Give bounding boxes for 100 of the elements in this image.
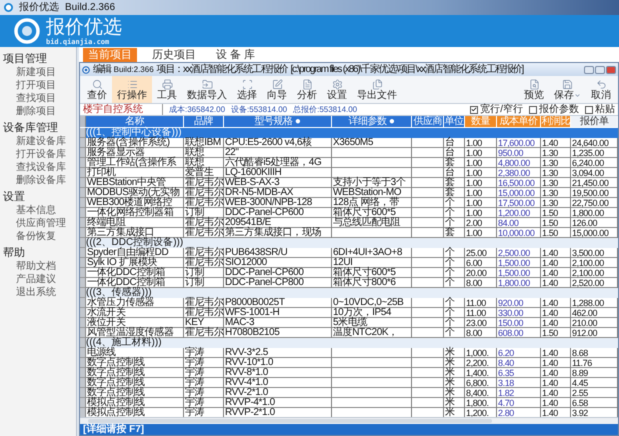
row-marker[interactable]: [80, 138, 86, 148]
table-cell: 1.30: [541, 198, 571, 208]
row-marker[interactable]: [80, 218, 86, 228]
sidebar-item[interactable]: 基本信息: [16, 204, 56, 217]
column-header[interactable]: 单位: [444, 116, 465, 127]
row-marker[interactable]: [80, 288, 86, 298]
table-cell: 个: [444, 258, 465, 268]
sidebar-item[interactable]: 删除设备库: [16, 174, 66, 187]
row-marker[interactable]: [80, 148, 86, 158]
row-marker[interactable]: [80, 308, 86, 318]
column-header[interactable]: 品牌: [184, 116, 224, 127]
table-cell: SIO12000: [224, 258, 332, 268]
sidebar-item[interactable]: 删除项目: [16, 105, 56, 118]
row-marker[interactable]: [80, 388, 86, 398]
column-header[interactable]: 报价单: [571, 116, 618, 127]
row-marker[interactable]: [80, 408, 86, 418]
horizontal-scrollbar[interactable]: [80, 417, 618, 424]
row-marker[interactable]: [80, 168, 86, 178]
sidebar-item[interactable]: 供应商管理: [16, 217, 66, 230]
sidebar-item[interactable]: 打开设备库: [16, 148, 66, 161]
toolbar-button[interactable]: 选择: [232, 76, 262, 103]
tab[interactable]: 历史项目: [147, 48, 201, 62]
sidebar-item[interactable]: 退出系统: [16, 286, 56, 299]
row-marker[interactable]: [80, 198, 86, 208]
toolbar-button[interactable]: 取消: [586, 76, 616, 103]
table-cell: 1.40: [541, 398, 571, 408]
table-cell: 订制: [184, 268, 224, 278]
checkbox[interactable]: [585, 106, 593, 114]
toolbar-button[interactable]: 工具: [152, 76, 182, 103]
row-marker[interactable]: [80, 358, 86, 368]
column-header[interactable]: 型号规格 ●: [224, 116, 332, 127]
table-cell: 订制: [184, 208, 224, 218]
table-cell: 4.45: [571, 378, 618, 388]
maximize-button[interactable]: [595, 66, 605, 74]
document-search-icon: [528, 78, 540, 90]
row-marker[interactable]: [80, 238, 86, 248]
table-cell: 个: [444, 308, 465, 318]
table-cell: X3650M5: [332, 138, 412, 148]
row-marker[interactable]: [80, 188, 86, 198]
table-cell: 米: [444, 378, 465, 388]
row-marker[interactable]: [80, 298, 86, 308]
row-marker[interactable]: [80, 128, 86, 138]
row-marker[interactable]: [80, 228, 86, 238]
row-marker[interactable]: [80, 318, 86, 328]
toolbar-button[interactable]: 保存: [549, 76, 586, 103]
row-marker[interactable]: [80, 368, 86, 378]
column-header[interactable]: 详细参数 ●: [332, 116, 412, 127]
toolbar-button[interactable]: 分析: [292, 76, 322, 103]
row-marker[interactable]: [80, 268, 86, 278]
row-marker[interactable]: [80, 158, 86, 168]
table-cell: 1.00: [465, 138, 497, 148]
sidebar-item[interactable]: 查找设备库: [16, 161, 66, 174]
group-row[interactable]: (((4、施工材料))): [86, 338, 618, 348]
table-cell: 1.40: [541, 358, 571, 368]
toolbar-button[interactable]: 行操作: [112, 76, 152, 103]
column-header[interactable]: 名称: [86, 116, 184, 127]
row-marker[interactable]: [80, 328, 86, 338]
toolbar-button[interactable]: 查价: [82, 76, 112, 103]
minimize-button[interactable]: [584, 66, 594, 74]
row-marker[interactable]: [80, 338, 86, 348]
sidebar-item[interactable]: 新建设备库: [16, 135, 66, 148]
table-cell: 19,500.00: [571, 188, 618, 198]
toolbar-button[interactable]: 预览: [519, 76, 549, 103]
sidebar-item[interactable]: 产品建议: [16, 273, 56, 286]
checkbox[interactable]: [470, 106, 478, 114]
table-cell: 1,500.00: [497, 258, 541, 268]
row-marker[interactable]: [80, 378, 86, 388]
close-button[interactable]: [606, 66, 616, 74]
row-marker[interactable]: [80, 248, 86, 258]
sidebar-item[interactable]: 备份恢复: [16, 230, 56, 243]
row-marker[interactable]: [80, 348, 86, 358]
row-marker[interactable]: [80, 398, 86, 408]
group-row[interactable]: (((3、传感器))): [86, 288, 618, 298]
editor-title: 编辑: [93, 64, 111, 76]
row-marker[interactable]: [80, 278, 86, 288]
toolbar-button[interactable]: 设置: [322, 76, 352, 103]
sidebar-item[interactable]: 帮助文档: [16, 260, 56, 273]
toolbar-button[interactable]: 导出文件: [352, 76, 402, 103]
undo-icon: [596, 78, 606, 90]
tab[interactable]: 设 备 库: [211, 48, 260, 62]
table-cell: PUB6438SR/U: [224, 248, 332, 258]
table-cell: 1.40: [541, 138, 571, 148]
caret-icon: [574, 92, 581, 98]
row-marker[interactable]: [80, 208, 86, 218]
column-header[interactable]: 供应商: [412, 116, 444, 127]
sidebar-item[interactable]: 打开项目: [16, 79, 56, 92]
toolbar-button[interactable]: 数据导入: [182, 76, 232, 103]
project-path: [c:\program files (x86)\千家优选\项目\xx酒店智能化系统工程报价]: [290, 64, 524, 76]
table-cell: 6.00: [465, 258, 497, 268]
table-cell: 209541B/E: [224, 218, 332, 228]
sidebar-item[interactable]: 查找项目: [16, 92, 56, 105]
table-cell: 1.40: [541, 378, 571, 388]
table-cell: 1.00: [465, 198, 497, 208]
toolbar-button[interactable]: 向导: [262, 76, 292, 103]
row-marker[interactable]: [80, 178, 86, 188]
group-row[interactable]: (((2、DDC控制设备))): [86, 238, 618, 248]
row-marker[interactable]: [80, 258, 86, 268]
table-cell: 台: [444, 138, 465, 148]
checkbox[interactable]: [529, 106, 537, 114]
sidebar-item[interactable]: 新建项目: [16, 66, 56, 79]
